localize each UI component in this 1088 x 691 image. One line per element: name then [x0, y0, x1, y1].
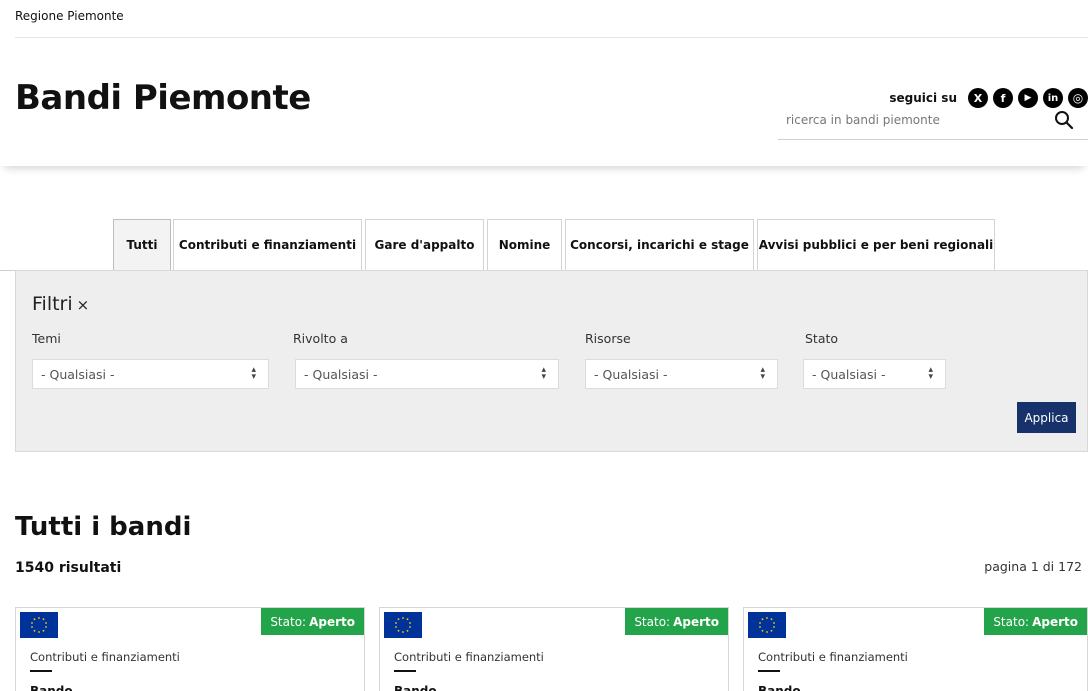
filter-label-risorse: Risorse: [585, 331, 631, 346]
filters-title: Filtri ×: [32, 293, 89, 315]
results-count: 1540 risultati: [15, 560, 122, 576]
bando-card[interactable]: Stato: Aperto Contributi e finanziamenti …: [743, 607, 1088, 691]
filter-select-risorse[interactable]: - Qualsiasi - ▴ ▾: [585, 359, 778, 389]
bando-card[interactable]: Stato: Aperto Contributi e finanziamenti …: [379, 607, 729, 691]
card-type: Bando: [394, 684, 437, 691]
status-prefix: Stato:: [270, 614, 307, 629]
close-icon[interactable]: ×: [77, 296, 90, 314]
status-badge: Stato: Aperto: [625, 608, 728, 635]
sort-caret-icon: ▴ ▾: [928, 365, 933, 382]
region-link[interactable]: Regione Piemonte: [15, 9, 124, 23]
sort-caret-icon: ▴ ▾: [760, 365, 765, 382]
tab-nomine[interactable]: Nomine: [487, 219, 562, 271]
filter-label-rivolto-a: Rivolto a: [293, 331, 348, 346]
filters-title-text: Filtri: [32, 293, 73, 315]
filter-select-stato[interactable]: - Qualsiasi - ▴ ▾: [803, 359, 946, 389]
tab-avvisi-pubblici[interactable]: Avvisi pubblici e per beni regionali: [757, 219, 995, 271]
sort-caret-icon: ▴ ▾: [541, 365, 546, 382]
tab-contributi-e-finanziamenti[interactable]: Contributi e finanziamenti: [173, 219, 362, 271]
status-value: Aperto: [309, 614, 355, 629]
eu-flag-icon: [384, 612, 422, 638]
category-tabs: Tutti Contributi e finanziamenti Gare d'…: [0, 219, 1088, 271]
tab-gare-d-appalto[interactable]: Gare d'appalto: [365, 219, 484, 271]
search-box: [778, 102, 1088, 140]
filter-label-stato: Stato: [805, 331, 839, 346]
filter-select-risorse-value: - Qualsiasi -: [594, 366, 668, 382]
filter-label-temi: Temi: [32, 331, 61, 346]
status-value: Aperto: [673, 614, 719, 629]
tab-concorsi-incarichi-e-stage[interactable]: Concorsi, incarichi e stage: [565, 219, 754, 271]
status-value: Aperto: [1032, 614, 1078, 629]
card-type: Bando: [758, 684, 801, 691]
status-prefix: Stato:: [634, 614, 671, 629]
card-divider: [394, 670, 416, 672]
filters-panel: Filtri × Temi Rivolto a Risorse Stato - Q…: [15, 270, 1088, 452]
card-divider: [758, 670, 780, 672]
apply-button[interactable]: Applica: [1017, 402, 1076, 433]
eu-flag-icon: [20, 612, 58, 638]
status-prefix: Stato:: [993, 614, 1030, 629]
tab-tutti[interactable]: Tutti: [113, 219, 171, 271]
pagination-info: pagina 1 di 172: [984, 559, 1082, 574]
card-type: Bando: [30, 684, 73, 691]
status-badge: Stato: Aperto: [984, 608, 1087, 635]
search-icon[interactable]: [1054, 110, 1074, 130]
card-divider: [30, 670, 52, 672]
filter-select-rivolto-a-value: - Qualsiasi -: [304, 366, 378, 382]
card-category: Contributi e finanziamenti: [758, 650, 908, 664]
eu-flag-icon: [748, 612, 786, 638]
bando-card[interactable]: Stato: Aperto Contributi e finanziamenti …: [15, 607, 365, 691]
filter-select-stato-value: - Qualsiasi -: [812, 366, 886, 382]
card-category: Contributi e finanziamenti: [394, 650, 544, 664]
filter-select-temi-value: - Qualsiasi -: [41, 366, 115, 382]
top-bar: Regione Piemonte: [0, 0, 1088, 38]
search-input[interactable]: [778, 102, 1038, 138]
sort-caret-icon: ▴ ▾: [251, 365, 256, 382]
card-category: Contributi e finanziamenti: [30, 650, 180, 664]
site-title[interactable]: Bandi Piemonte: [15, 78, 311, 118]
status-badge: Stato: Aperto: [261, 608, 364, 635]
filter-select-temi[interactable]: - Qualsiasi - ▴ ▾: [32, 359, 269, 389]
results-title: Tutti i bandi: [15, 512, 192, 542]
filter-select-rivolto-a[interactable]: - Qualsiasi - ▴ ▾: [295, 359, 559, 389]
site-header: Bandi Piemonte seguici su X f ▶ in ◎: [0, 38, 1088, 166]
